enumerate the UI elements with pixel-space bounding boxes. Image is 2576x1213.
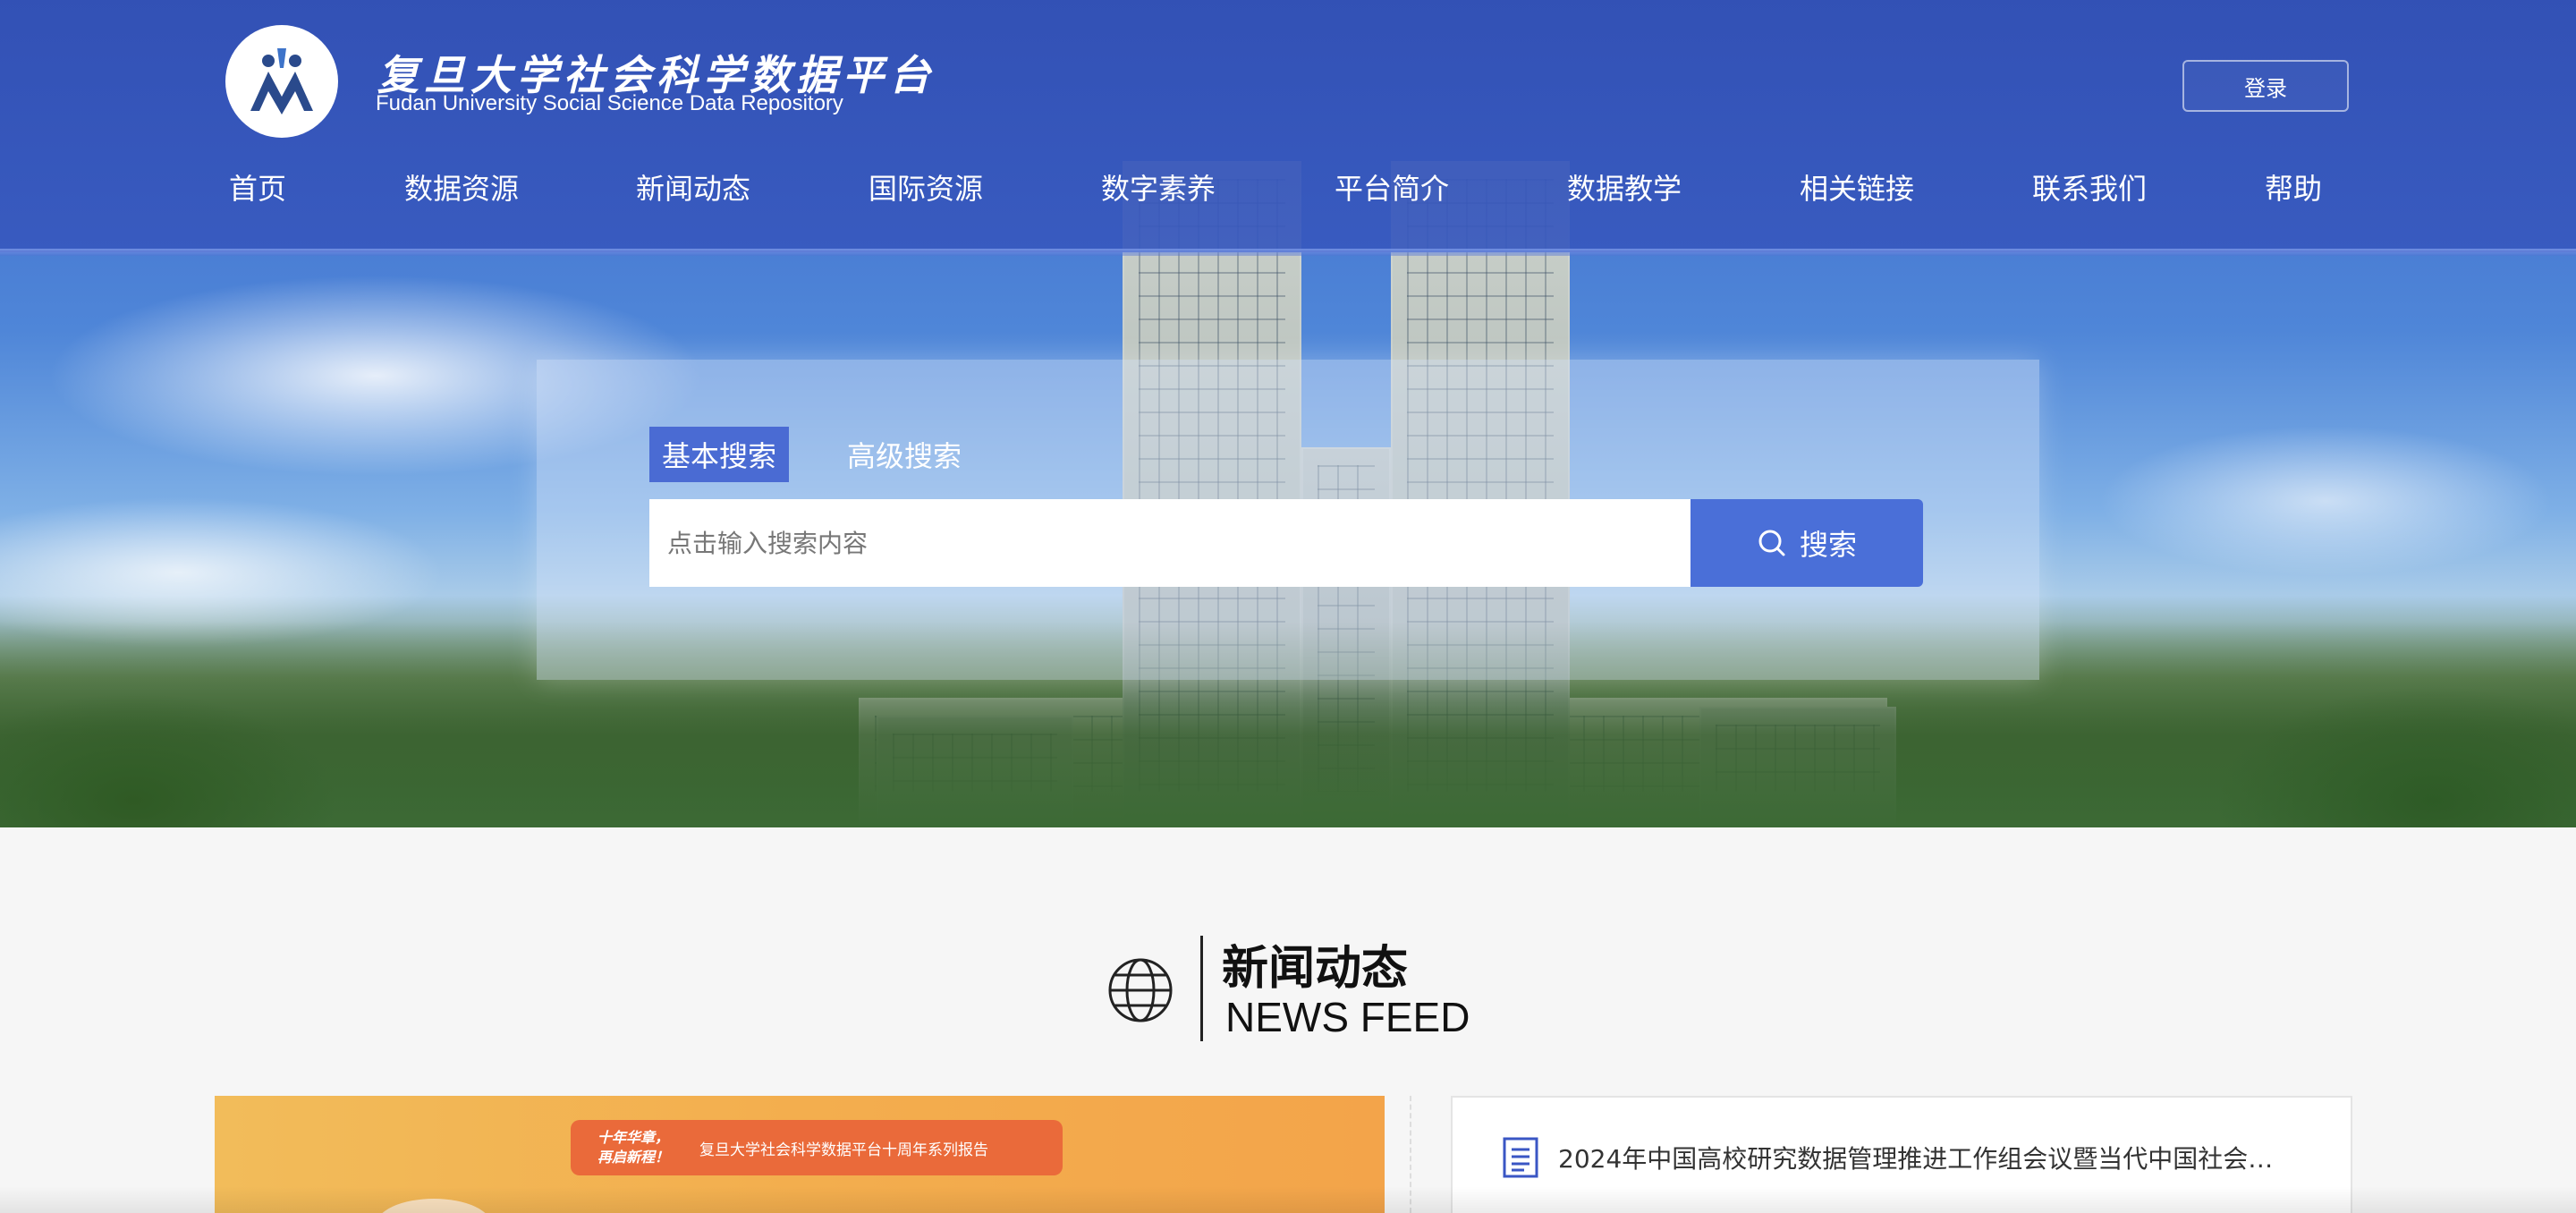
news-heading-en: NEWS FEED [1225,994,1470,1040]
header-divider [0,249,2576,256]
search-button-label: 搜索 [1799,528,1857,562]
banner-slogan-text: 再启新程！ [597,1149,670,1166]
banner-slogan-text: 十年华章， [597,1129,670,1146]
logo-icon [250,48,313,115]
news-heading-cn: 新闻动态 [1222,942,1409,996]
news-image-banner: 十年华章， 再启新程！ 复旦大学社会科学数据平台十周年系列报告 [571,1120,1063,1175]
nav-item-digital-literacy[interactable]: 数字素养 [1101,166,1216,208]
nav-item-contact[interactable]: 联系我们 [2032,166,2147,208]
login-button[interactable]: 登录 [2182,60,2349,112]
nav-item-data-resources[interactable]: 数据资源 [404,166,519,208]
site-title-en: Fudan University Social Science Data Rep… [376,91,843,115]
nav-item-international[interactable]: 国际资源 [869,166,983,208]
search-input[interactable] [649,499,1690,587]
banner-caption: 复旦大学社会科学数据平台十周年系列报告 [699,1141,988,1159]
nav-item-about[interactable]: 平台简介 [1335,166,1449,208]
document-icon [1503,1137,1538,1178]
list-item[interactable]: 2024年中国高校研究数据管理推进工作组会议暨当代中国社会生... [1503,1137,2292,1178]
tab-advanced-search[interactable]: 高级搜索 [837,427,971,482]
heading-divider [1200,936,1203,1041]
globe-icon [1108,958,1173,1022]
nav-item-teaching[interactable]: 数据教学 [1567,166,1682,208]
nav-item-news[interactable]: 新闻动态 [636,166,750,208]
banner-slogan: 十年华章， 再启新程！ [571,1128,696,1167]
header-bar [0,0,2576,252]
search-button[interactable]: 搜索 [1690,499,1923,587]
nav-item-help[interactable]: 帮助 [2265,166,2322,208]
banner-slogan-line: 十年华章， 再启新程！ [597,1128,696,1167]
bottom-shadow [0,1186,2576,1213]
nav-item-links[interactable]: 相关链接 [1800,166,1914,208]
tab-basic-search[interactable]: 基本搜索 [649,427,789,482]
search-icon [1758,530,1785,556]
site-logo[interactable] [225,25,338,138]
main-nav: 首页 数据资源 新闻动态 国际资源 数字素养 平台简介 数据教学 相关链接 联系… [0,166,2576,211]
news-item-title: 2024年中国高校研究数据管理推进工作组会议暨当代中国社会生... [1558,1144,2292,1174]
nav-item-home[interactable]: 首页 [229,166,286,208]
